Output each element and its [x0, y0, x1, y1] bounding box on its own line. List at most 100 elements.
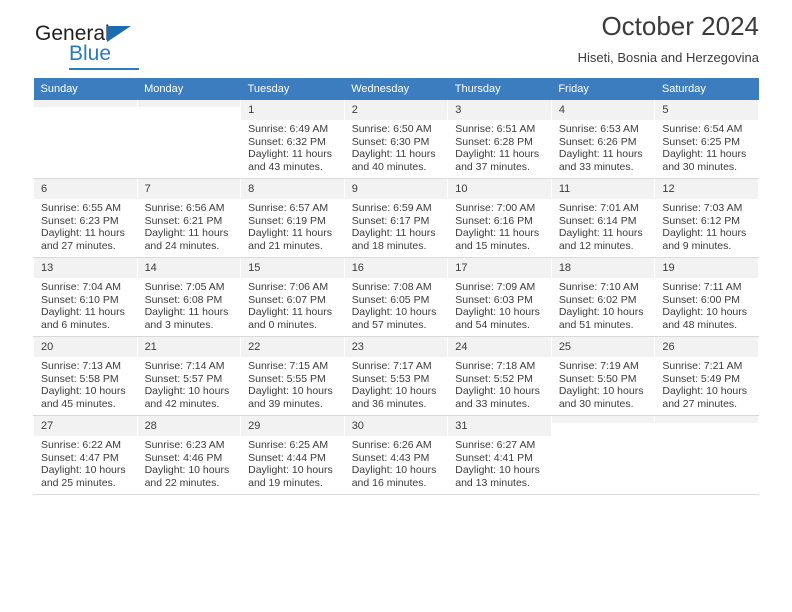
day-sunrise-text: Sunrise: 7:21 AM: [662, 360, 743, 372]
day-number: 8: [241, 179, 344, 199]
day-sunrise-text: Sunrise: 7:05 AM: [144, 281, 225, 293]
calendar-day-cell[interactable]: 29 Sunrise: 6:25 AM Sunset: 4:44 PM Dayligh…: [240, 415, 345, 495]
day-daylight-cont-text: and 27 minutes.: [662, 397, 738, 410]
calendar-day-cell[interactable]: 23 Sunrise: 7:17 AM Sunset: 5:53 PM Dayligh…: [343, 336, 449, 416]
day-number: 19: [655, 258, 758, 278]
day-daylight-cont-text: and 25 minutes.: [41, 476, 116, 489]
calendar-day-cell[interactable]: 14 Sunrise: 7:05 AM Sunset: 6:08 PM Dayligh…: [136, 257, 242, 337]
day-sun-info: Sunrise: 6:27 AM Sunset: 4:41 PM Daylight:…: [448, 436, 551, 489]
day-daylight-cont-text: and 9 minutes.: [662, 239, 732, 252]
calendar-cell-empty: [654, 415, 759, 495]
day-daylight-text: Daylight: 11 hours: [662, 148, 747, 161]
calendar-day-cell[interactable]: 8 Sunrise: 6:57 AM Sunset: 6:19 PM Daylight…: [240, 178, 345, 258]
calendar-day-cell[interactable]: 11 Sunrise: 7:01 AM Sunset: 6:14 PM Dayligh…: [550, 178, 656, 258]
day-sun-info: Sunrise: 7:04 AM Sunset: 6:10 PM Daylight:…: [34, 278, 137, 331]
calendar-day-cell[interactable]: 4 Sunrise: 6:53 AM Sunset: 6:26 PM Daylight…: [550, 100, 656, 179]
calendar-day-cell[interactable]: 18 Sunrise: 7:10 AM Sunset: 6:02 PM Dayligh…: [550, 257, 656, 337]
day-sunrise-text: Sunrise: 7:11 AM: [662, 281, 742, 293]
day-sunrise-text: Sunrise: 7:08 AM: [351, 281, 432, 293]
day-sunrise-text: Sunrise: 6:49 AM: [248, 123, 329, 135]
calendar-day-cell[interactable]: 6 Sunrise: 6:55 AM Sunset: 6:23 PM Daylight…: [33, 178, 138, 258]
day-sunrise-text: Sunrise: 7:09 AM: [455, 281, 536, 293]
calendar-day-cell[interactable]: 31 Sunrise: 6:27 AM Sunset: 4:41 PM Dayligh…: [447, 415, 552, 495]
calendar-day-cell[interactable]: 20 Sunrise: 7:13 AM Sunset: 5:58 PM Dayligh…: [33, 336, 138, 416]
calendar-day-cell[interactable]: 24 Sunrise: 7:18 AM Sunset: 5:52 PM Dayligh…: [447, 336, 552, 416]
day-sun-info: Sunrise: 7:05 AM Sunset: 6:08 PM Daylight:…: [138, 278, 241, 331]
weekday-header-monday: Monday: [137, 78, 241, 100]
day-number: 31: [448, 416, 551, 436]
day-sun-info: Sunrise: 6:50 AM Sunset: 6:30 PM Daylight:…: [345, 120, 448, 173]
day-daylight-cont-text: and 39 minutes.: [248, 397, 323, 410]
day-daylight-text: Daylight: 10 hours: [455, 464, 540, 477]
day-sunrise-text: Sunrise: 6:57 AM: [248, 202, 329, 214]
day-sun-info: Sunrise: 7:10 AM Sunset: 6:02 PM Daylight:…: [552, 278, 655, 331]
calendar-day-cell[interactable]: 28 Sunrise: 6:23 AM Sunset: 4:46 PM Dayligh…: [136, 415, 242, 495]
calendar-cell-empty: [136, 100, 242, 179]
calendar-day-cell[interactable]: 30 Sunrise: 6:26 AM Sunset: 4:43 PM Dayligh…: [343, 415, 449, 495]
day-sunset-text: Sunset: 6:16 PM: [455, 214, 533, 227]
calendar-day-cell[interactable]: 3 Sunrise: 6:51 AM Sunset: 6:28 PM Daylight…: [447, 100, 552, 179]
calendar-day-cell[interactable]: 15 Sunrise: 7:06 AM Sunset: 6:07 PM Dayligh…: [240, 257, 345, 337]
calendar-day-cell[interactable]: 12 Sunrise: 7:03 AM Sunset: 6:12 PM Dayligh…: [654, 178, 759, 258]
calendar-day-cell[interactable]: 26 Sunrise: 7:21 AM Sunset: 5:49 PM Dayligh…: [654, 336, 759, 416]
day-daylight-cont-text: and 33 minutes.: [558, 160, 634, 173]
day-daylight-text: Daylight: 11 hours: [455, 148, 540, 161]
calendar-day-cell[interactable]: 10 Sunrise: 7:00 AM Sunset: 6:16 PM Dayligh…: [447, 178, 552, 258]
calendar-day-cell[interactable]: 13 Sunrise: 7:04 AM Sunset: 6:10 PM Dayligh…: [33, 257, 138, 337]
day-daylight-text: Daylight: 11 hours: [248, 306, 332, 319]
day-daylight-text: Daylight: 10 hours: [144, 385, 230, 398]
day-sunset-text: Sunset: 5:57 PM: [144, 372, 223, 385]
day-daylight-text: Daylight: 11 hours: [144, 306, 229, 319]
calendar-day-cell[interactable]: 7 Sunrise: 6:56 AM Sunset: 6:21 PM Daylight…: [136, 178, 242, 258]
day-sunset-text: Sunset: 5:58 PM: [41, 372, 119, 385]
day-number: 25: [551, 337, 655, 357]
weekday-header-friday: Friday: [551, 78, 655, 100]
day-sun-info: Sunrise: 7:14 AM Sunset: 5:57 PM Daylight:…: [138, 357, 241, 410]
calendar-day-cell[interactable]: 22 Sunrise: 7:15 AM Sunset: 5:55 PM Dayligh…: [240, 336, 345, 416]
day-daylight-cont-text: and 37 minutes.: [455, 160, 530, 173]
day-sun-info: Sunrise: 6:53 AM Sunset: 6:26 PM Daylight:…: [552, 120, 655, 173]
day-sun-info: Sunrise: 6:22 AM Sunset: 4:47 PM Daylight:…: [34, 436, 137, 489]
day-number: 3: [448, 100, 551, 120]
day-daylight-cont-text: and 19 minutes.: [248, 476, 323, 489]
day-sunset-text: Sunset: 6:32 PM: [248, 135, 326, 148]
day-sun-info: Sunrise: 6:23 AM Sunset: 4:46 PM Daylight:…: [138, 436, 241, 489]
day-sunset-text: Sunset: 6:10 PM: [41, 293, 119, 306]
day-daylight-text: Daylight: 11 hours: [41, 306, 125, 319]
day-sunrise-text: Sunrise: 6:22 AM: [41, 439, 121, 451]
day-number: 27: [34, 416, 137, 436]
day-daylight-cont-text: and 12 minutes.: [558, 239, 634, 252]
calendar-day-cell[interactable]: 27 Sunrise: 6:22 AM Sunset: 4:47 PM Dayligh…: [33, 415, 138, 495]
calendar-day-cell[interactable]: 16 Sunrise: 7:08 AM Sunset: 6:05 PM Dayligh…: [343, 257, 449, 337]
day-sun-info: Sunrise: 6:59 AM Sunset: 6:17 PM Daylight:…: [345, 199, 448, 252]
calendar-day-cell[interactable]: 9 Sunrise: 6:59 AM Sunset: 6:17 PM Daylight…: [343, 178, 449, 258]
day-sunrise-text: Sunrise: 7:18 AM: [455, 360, 536, 372]
calendar-day-cell[interactable]: 17 Sunrise: 7:09 AM Sunset: 6:03 PM Dayligh…: [447, 257, 552, 337]
day-sun-info: Sunrise: 6:51 AM Sunset: 6:28 PM Daylight:…: [448, 120, 551, 173]
calendar-day-cell[interactable]: 2 Sunrise: 6:50 AM Sunset: 6:30 PM Daylight…: [343, 100, 449, 179]
day-sun-info: Sunrise: 7:11 AM Sunset: 6:00 PM Daylight:…: [655, 278, 758, 331]
calendar-day-cell[interactable]: 5 Sunrise: 6:54 AM Sunset: 6:25 PM Daylight…: [654, 100, 759, 179]
calendar-day-cell[interactable]: 1 Sunrise: 6:49 AM Sunset: 6:32 PM Daylight…: [240, 100, 345, 179]
day-sunrise-text: Sunrise: 6:55 AM: [41, 202, 121, 214]
day-number: [137, 100, 241, 107]
day-daylight-cont-text: and 33 minutes.: [455, 397, 530, 410]
day-sun-info: Sunrise: 7:08 AM Sunset: 6:05 PM Daylight:…: [345, 278, 448, 331]
day-sunrise-text: Sunrise: 7:15 AM: [248, 360, 329, 372]
day-daylight-text: Daylight: 10 hours: [455, 385, 540, 398]
day-daylight-cont-text: and 3 minutes.: [144, 318, 214, 331]
calendar-cell-empty: [550, 415, 656, 495]
general-blue-logo[interactable]: General Blue: [35, 22, 235, 74]
day-sun-info: Sunrise: 6:26 AM Sunset: 4:43 PM Daylight:…: [345, 436, 448, 489]
day-daylight-cont-text: and 30 minutes.: [558, 397, 634, 410]
day-sunrise-text: Sunrise: 6:26 AM: [351, 439, 432, 451]
calendar-day-cell[interactable]: 25 Sunrise: 7:19 AM Sunset: 5:50 PM Dayligh…: [550, 336, 656, 416]
calendar-day-cell[interactable]: 19 Sunrise: 7:11 AM Sunset: 6:00 PM Dayligh…: [654, 257, 759, 337]
day-daylight-cont-text: and 40 minutes.: [351, 160, 427, 173]
day-number: 9: [344, 179, 448, 199]
calendar-day-cell[interactable]: 21 Sunrise: 7:14 AM Sunset: 5:57 PM Dayligh…: [136, 336, 242, 416]
day-daylight-text: Daylight: 10 hours: [455, 306, 540, 319]
day-daylight-cont-text: and 54 minutes.: [455, 318, 530, 331]
day-number: 6: [34, 179, 137, 199]
day-sunset-text: Sunset: 6:19 PM: [248, 214, 326, 227]
